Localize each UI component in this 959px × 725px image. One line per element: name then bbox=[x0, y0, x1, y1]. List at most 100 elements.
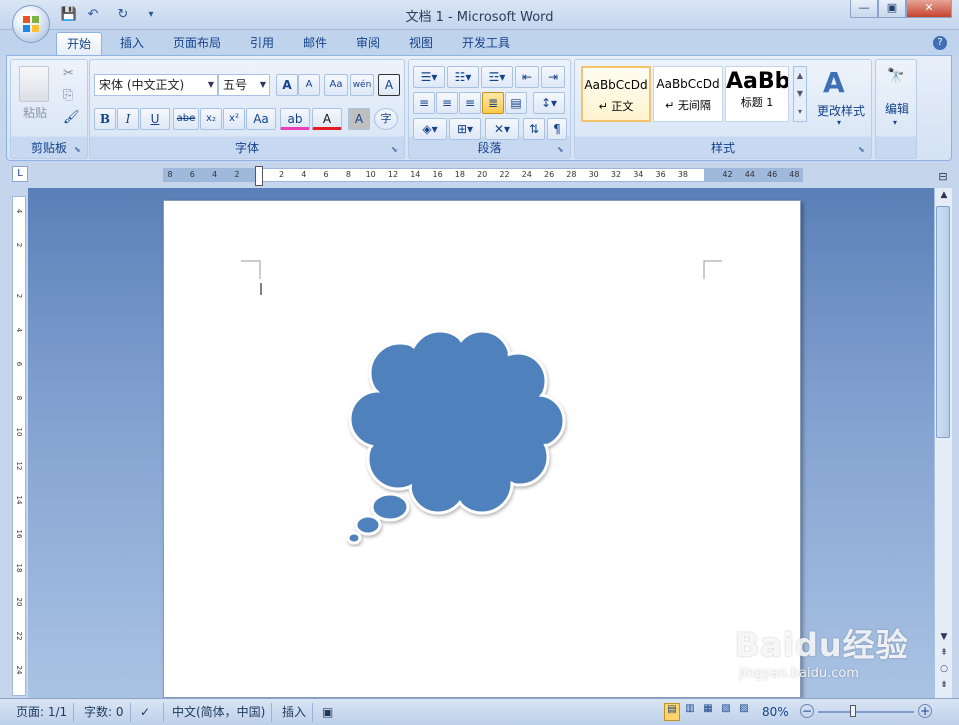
tab-insert[interactable]: 插入 bbox=[110, 32, 154, 55]
ruler-tick-label: 24 bbox=[521, 170, 532, 179]
insert-mode[interactable]: 插入 bbox=[276, 703, 314, 722]
grow-font-button[interactable]: A bbox=[276, 74, 298, 96]
font-size-combo[interactable]: 五号 ▼ bbox=[218, 74, 270, 96]
dialog-launcher-icon[interactable]: ⬊ bbox=[557, 145, 567, 155]
phonetic-guide-button[interactable]: wén bbox=[350, 74, 374, 96]
scroll-down-icon[interactable]: ▼ bbox=[937, 632, 951, 646]
chevron-down-icon[interactable]: ▾ bbox=[837, 118, 841, 127]
draft-icon[interactable]: ▨ bbox=[736, 703, 752, 721]
tab-review[interactable]: 审阅 bbox=[346, 32, 390, 55]
paste-button[interactable]: 粘贴 bbox=[17, 104, 53, 121]
scroll-up-icon[interactable]: ▲ bbox=[937, 190, 951, 204]
italic-button[interactable]: I bbox=[117, 108, 139, 130]
tab-developer[interactable]: 开发工具 bbox=[452, 32, 520, 55]
tab-selector[interactable]: L bbox=[12, 166, 28, 182]
align-left-icon[interactable]: ≡ bbox=[413, 92, 435, 114]
redo-icon[interactable]: ↻ bbox=[114, 7, 132, 23]
minimize-button[interactable]: — bbox=[850, 0, 878, 18]
change-case-button[interactable]: Aa bbox=[246, 108, 276, 130]
word-count[interactable]: 字数: 0 bbox=[78, 703, 131, 722]
view-ruler-icon[interactable]: ⊟ bbox=[934, 170, 952, 186]
bullets-icon[interactable]: ☰▾ bbox=[413, 66, 445, 88]
dialog-launcher-icon[interactable]: ⬊ bbox=[391, 145, 401, 155]
document-page[interactable] bbox=[163, 200, 801, 698]
paste-icon[interactable] bbox=[19, 66, 49, 102]
tab-references[interactable]: 引用 bbox=[240, 32, 284, 55]
align-center-icon[interactable]: ≡ bbox=[436, 92, 458, 114]
restore-button[interactable]: ▣ bbox=[878, 0, 906, 18]
thought-bubble-shape[interactable] bbox=[342, 325, 582, 547]
font-color-button[interactable]: A bbox=[312, 108, 342, 130]
undo-icon[interactable]: ↶ bbox=[84, 7, 102, 23]
binoculars-icon[interactable]: 🔭 bbox=[887, 68, 904, 84]
language-indicator[interactable]: 中文(简体，中国) bbox=[166, 703, 273, 722]
copy-icon[interactable]: ⎘ bbox=[63, 88, 73, 103]
styles-gallery-scroll[interactable]: ▲ ▼ ▾ bbox=[793, 66, 807, 122]
style-heading-1[interactable]: AaBb 标题 1 bbox=[725, 66, 789, 122]
help-icon[interactable]: ? bbox=[933, 36, 947, 50]
change-styles-button[interactable]: 更改样式 bbox=[811, 102, 871, 119]
vertical-ruler-tick-label: 18 bbox=[15, 563, 23, 573]
proofing-icon[interactable]: ✓ bbox=[134, 703, 164, 722]
dialog-launcher-icon[interactable]: ⬊ bbox=[858, 145, 868, 155]
zoom-level[interactable]: 80% bbox=[762, 703, 789, 722]
subscript-button[interactable]: x₂ bbox=[200, 108, 222, 130]
zoom-in-icon[interactable]: + bbox=[918, 704, 932, 718]
bold-button[interactable]: B bbox=[94, 108, 116, 130]
decrease-indent-icon[interactable]: ⇤ bbox=[515, 66, 539, 88]
distribute-icon[interactable]: ▤ bbox=[505, 92, 527, 114]
align-right-icon[interactable]: ≡ bbox=[459, 92, 481, 114]
office-button[interactable] bbox=[12, 5, 50, 43]
clear-format-button[interactable]: Aa bbox=[324, 74, 348, 96]
multilevel-list-icon[interactable]: ☲▾ bbox=[481, 66, 513, 88]
tab-view[interactable]: 视图 bbox=[399, 32, 443, 55]
tab-page-layout[interactable]: 页面布局 bbox=[163, 32, 231, 55]
justify-icon[interactable]: ≣ bbox=[482, 92, 504, 114]
sort-icon[interactable]: ⇅ bbox=[523, 118, 545, 140]
zoom-out-icon[interactable]: − bbox=[800, 704, 814, 718]
borders-icon[interactable]: ⊞▾ bbox=[449, 118, 481, 140]
tab-mailings[interactable]: 邮件 bbox=[293, 32, 337, 55]
web-layout-icon[interactable]: ▦ bbox=[700, 703, 716, 721]
font-family-combo[interactable]: 宋体 (中文正文) ▼ bbox=[94, 74, 218, 96]
chinese-layout-icon[interactable]: ✕▾ bbox=[485, 118, 519, 140]
previous-page-icon[interactable]: ⇞ bbox=[937, 648, 951, 662]
chevron-down-icon[interactable]: ▾ bbox=[893, 118, 897, 127]
next-page-icon[interactable]: ⇟ bbox=[937, 680, 951, 694]
strikethrough-button[interactable]: abe bbox=[173, 108, 199, 130]
underline-button[interactable]: U bbox=[140, 108, 170, 130]
style-normal[interactable]: AaBbCcDd ↵ 正文 bbox=[581, 66, 651, 122]
format-painter-icon[interactable]: 🖌 bbox=[63, 110, 80, 125]
char-border-button[interactable]: A bbox=[378, 74, 400, 96]
vertical-ruler[interactable]: 4 2 2 4 6 8 10 12 14 16 18 20 22 24 bbox=[12, 196, 26, 696]
change-styles-icon[interactable]: A bbox=[823, 66, 845, 99]
shrink-font-button[interactable]: A bbox=[298, 74, 320, 96]
cut-icon[interactable]: ✂ bbox=[63, 66, 74, 81]
dialog-launcher-icon[interactable]: ⬊ bbox=[74, 145, 84, 155]
macro-record-icon[interactable]: ▣ bbox=[316, 703, 339, 722]
full-screen-reading-icon[interactable]: ▥ bbox=[682, 703, 698, 721]
enclose-char-button[interactable]: 字 bbox=[374, 108, 398, 130]
editing-button[interactable]: 编辑 bbox=[879, 100, 915, 117]
zoom-slider[interactable] bbox=[818, 711, 914, 713]
increase-indent-icon[interactable]: ⇥ bbox=[541, 66, 565, 88]
tab-home[interactable]: 开始 bbox=[56, 32, 103, 55]
numbering-icon[interactable]: ☷▾ bbox=[447, 66, 479, 88]
outline-icon[interactable]: ▧ bbox=[718, 703, 734, 721]
scroll-thumb[interactable] bbox=[936, 206, 950, 438]
highlight-button[interactable]: ab bbox=[280, 108, 310, 130]
char-shading-button[interactable]: A bbox=[348, 108, 370, 130]
save-icon[interactable]: 💾 bbox=[60, 7, 78, 23]
print-layout-icon[interactable]: ▤ bbox=[664, 703, 680, 721]
zoom-slider-thumb[interactable] bbox=[850, 705, 856, 717]
close-button[interactable]: ✕ bbox=[906, 0, 952, 18]
customize-qat-icon[interactable]: ▾ bbox=[142, 7, 160, 23]
style-no-spacing[interactable]: AaBbCcDd ↵ 无间隔 bbox=[653, 66, 723, 122]
line-spacing-icon[interactable]: ↕▾ bbox=[533, 92, 565, 114]
select-browse-object-icon[interactable]: ○ bbox=[937, 664, 951, 678]
superscript-button[interactable]: x² bbox=[223, 108, 245, 130]
page-count[interactable]: 页面: 1/1 bbox=[10, 703, 75, 722]
show-marks-icon[interactable]: ¶ bbox=[547, 118, 567, 140]
shading-icon[interactable]: ◈▾ bbox=[413, 118, 447, 140]
indent-marker[interactable] bbox=[255, 166, 263, 186]
